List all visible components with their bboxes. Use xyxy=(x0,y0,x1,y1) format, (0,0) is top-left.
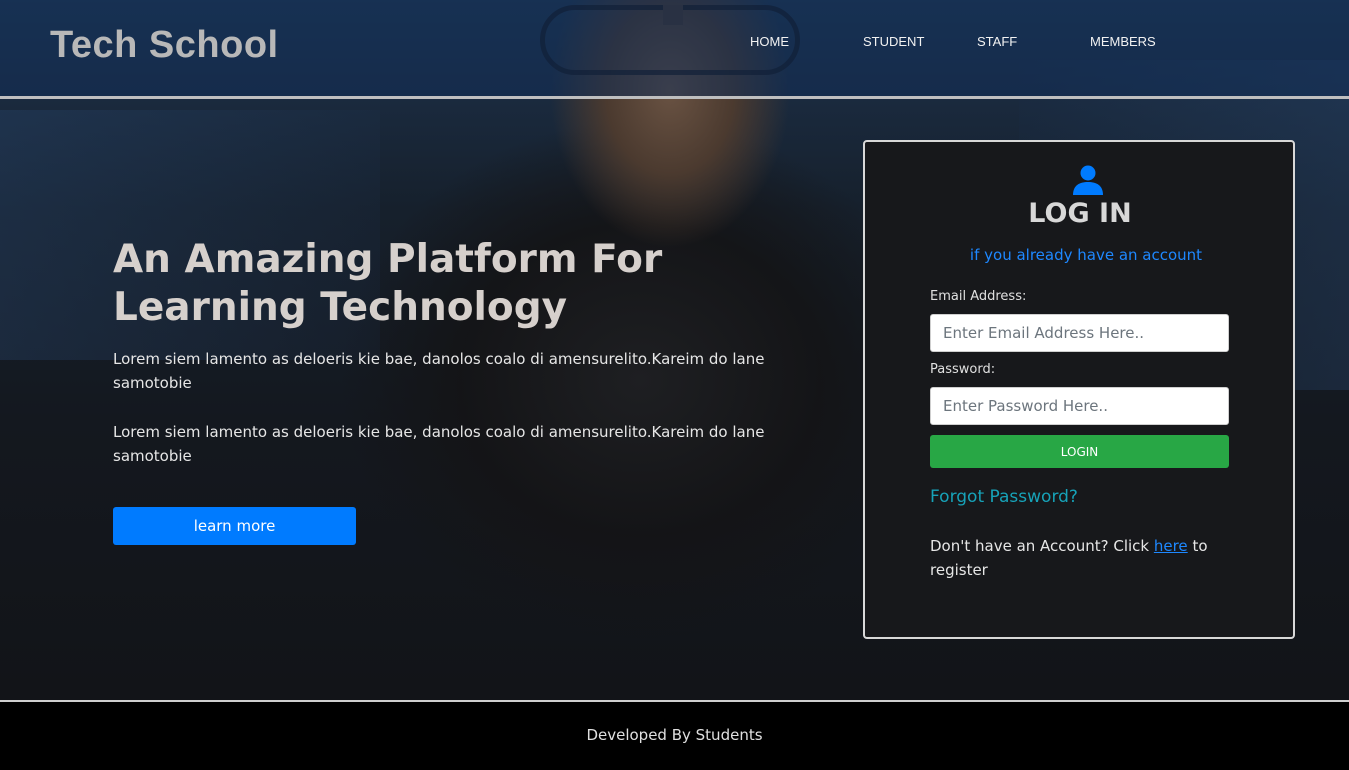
footer-credit: Developed By Students xyxy=(586,726,763,744)
site-brand[interactable]: Tech School xyxy=(50,24,279,67)
nav-members[interactable]: MEMBERS xyxy=(1090,34,1156,49)
header-divider xyxy=(0,96,1349,99)
login-button[interactable]: LOGIN xyxy=(930,435,1229,468)
nav-home[interactable]: HOME xyxy=(750,34,789,49)
nav-student[interactable]: STUDENT xyxy=(863,34,924,49)
hero-paragraph-1: Lorem siem lamento as deloeris kie bae, … xyxy=(113,350,765,392)
site-footer: Developed By Students xyxy=(0,700,1349,770)
register-prompt: Don't have an Account? Click here to reg… xyxy=(930,534,1230,582)
password-field[interactable] xyxy=(930,387,1229,425)
login-subtitle: if you already have an account xyxy=(969,246,1203,264)
site-header: Tech School HOME STUDENT STAFF MEMBERS xyxy=(0,0,1349,96)
email-field[interactable] xyxy=(930,314,1229,352)
password-label: Password: xyxy=(930,362,996,377)
register-prefix: Don't have an Account? Click xyxy=(930,537,1154,555)
login-card: LOG IN if you already have an account Em… xyxy=(863,140,1295,639)
nav-staff[interactable]: STAFF xyxy=(977,34,1017,49)
hero-paragraph-2: Lorem siem lamento as deloeris kie bae, … xyxy=(113,423,765,465)
learn-more-button[interactable]: learn more xyxy=(113,507,356,545)
forgot-password-link[interactable]: Forgot Password? xyxy=(930,487,1078,507)
register-link[interactable]: here xyxy=(1154,537,1188,555)
user-icon xyxy=(1073,165,1103,195)
login-title: LOG IN xyxy=(1028,198,1132,229)
email-label: Email Address: xyxy=(930,289,1027,304)
hero-title: An Amazing Platform For Learning Technol… xyxy=(113,237,663,330)
